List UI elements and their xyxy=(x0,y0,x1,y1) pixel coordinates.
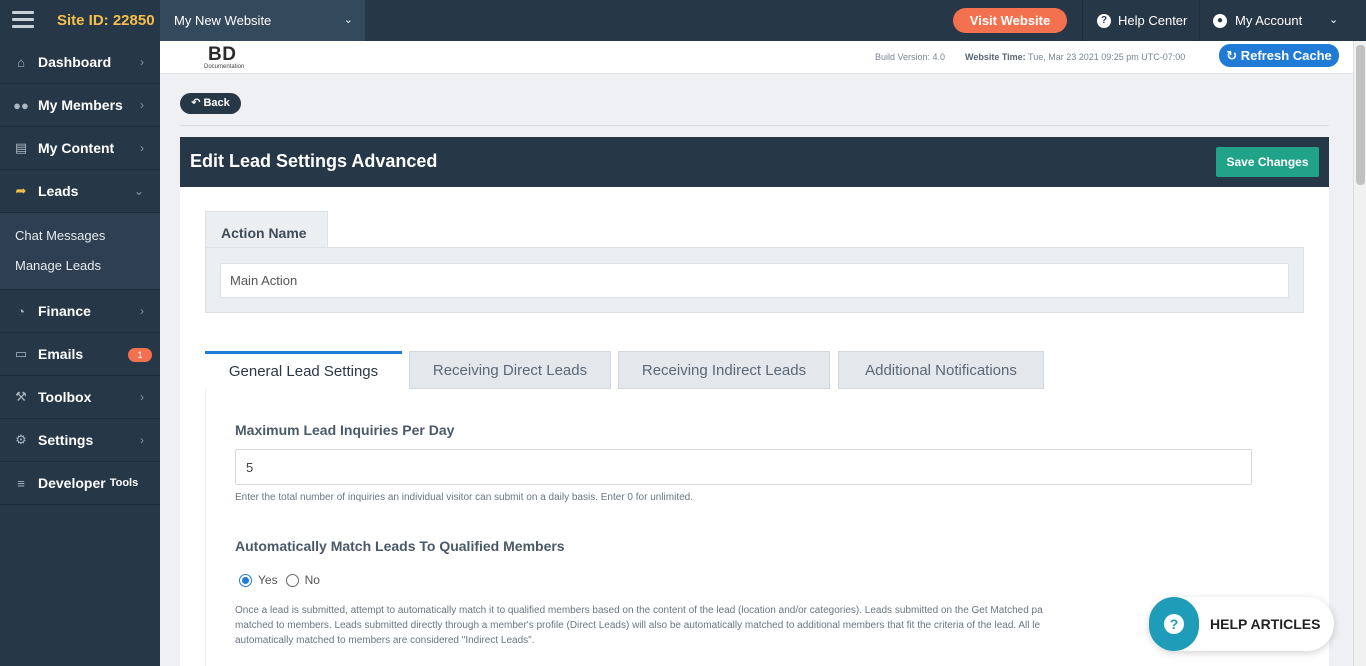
pie-chart-icon: ◔ xyxy=(17,303,25,319)
auto-match-help-line-1: Once a lead is submitted, attempt to aut… xyxy=(235,605,1043,616)
sidebar-item-finance[interactable]: ◔ Finance › xyxy=(0,290,160,333)
sidebar-item-my-members[interactable]: ●● My Members › xyxy=(0,84,160,127)
sidebar-item-label: My Content xyxy=(38,140,115,156)
panel-body: Action Name Main Action General Lead Set… xyxy=(180,187,1329,666)
divider xyxy=(1082,0,1083,41)
save-changes-button[interactable]: Save Changes xyxy=(1216,147,1319,177)
tab-additional-notifications[interactable]: Additional Notifications xyxy=(838,351,1044,389)
scrollbar-thumb[interactable] xyxy=(1356,45,1365,185)
sidebar-item-label: Developer xyxy=(38,475,106,491)
folder-icon: ▤ xyxy=(14,140,28,155)
sidebar-item-leads[interactable]: ➦ Leads ⌄ xyxy=(0,170,160,213)
radio-no-label: No xyxy=(304,573,320,587)
help-center-link[interactable]: ? Help Center xyxy=(1097,13,1187,28)
inbox-icon: ▭ xyxy=(14,346,28,361)
sidebar-item-label: Settings xyxy=(38,432,94,448)
sidebar-item-label: My Members xyxy=(38,97,123,113)
panel-header: Edit Lead Settings Advanced Save Changes xyxy=(180,137,1329,187)
help-question-icon: ? xyxy=(1149,597,1199,651)
wrench-icon: ⚒ xyxy=(15,389,27,404)
sidebar-item-my-content[interactable]: ▤ My Content › xyxy=(0,127,160,170)
sidebar-item-emails[interactable]: ▭ Emails 1 xyxy=(0,333,160,376)
website-select[interactable]: My New Website ⌄ xyxy=(160,0,365,41)
refresh-cache-button[interactable]: ↻ Refresh Cache xyxy=(1219,44,1339,67)
chevron-right-icon: › xyxy=(140,304,144,318)
action-name-box: Main Action xyxy=(205,247,1304,313)
radio-yes-label: Yes xyxy=(258,573,278,587)
chevron-right-icon: › xyxy=(140,141,144,155)
radio-no[interactable] xyxy=(285,573,299,587)
auto-match-help-line-2: matched to members. Leads submitted dire… xyxy=(235,620,1041,631)
sub-header: BD Documentation Build Version: 4.0 Webs… xyxy=(160,41,1353,74)
max-inquiries-help: Enter the total number of inquiries an i… xyxy=(235,492,694,503)
logo-subtext: Documentation xyxy=(204,64,245,70)
visit-website-button[interactable]: Visit Website xyxy=(953,8,1067,33)
divider xyxy=(1199,0,1200,41)
chevron-right-icon: › xyxy=(140,98,144,112)
sidebar-item-label-small: Tools xyxy=(109,477,139,489)
sidebar-item-label: Toolbox xyxy=(38,389,92,405)
site-id: Site ID: 22850 xyxy=(57,12,155,29)
logo-text: BD xyxy=(208,44,237,65)
website-time-label: Website Time: xyxy=(965,52,1026,62)
sidebar-item-label: Finance xyxy=(38,303,91,319)
my-account-label: My Account xyxy=(1235,13,1303,28)
sidebar-item-label: Emails xyxy=(38,346,84,362)
max-inquiries-label: Maximum Lead Inquiries Per Day xyxy=(235,422,455,438)
auto-match-radio-group: Yes No xyxy=(239,573,320,587)
question-circle-icon: ? xyxy=(1097,13,1111,28)
action-name-input[interactable]: Main Action xyxy=(220,263,1289,298)
sidebar-item-label: Leads xyxy=(38,183,79,199)
top-bar: Site ID: 22850 My New Website ⌄ Visit We… xyxy=(0,0,1366,41)
home-icon: ⌂ xyxy=(17,54,25,70)
sidebar-subitem-manage-leads[interactable]: Manage Leads xyxy=(0,251,160,281)
page-title: Edit Lead Settings Advanced xyxy=(190,151,438,171)
auto-match-label: Automatically Match Leads To Qualified M… xyxy=(235,538,565,554)
tab-receiving-indirect-leads[interactable]: Receiving Indirect Leads xyxy=(618,351,830,389)
tab-receiving-direct-leads[interactable]: Receiving Direct Leads xyxy=(409,351,611,389)
refresh-icon: ↻ xyxy=(1226,48,1238,63)
divider xyxy=(180,125,1329,126)
refresh-cache-label: Refresh Cache xyxy=(1240,48,1332,63)
sidebar-item-dashboard[interactable]: ⌂ Dashboard › xyxy=(0,41,160,84)
website-select-label: My New Website xyxy=(174,13,272,28)
back-arrow-icon: ↶ xyxy=(191,97,201,109)
chevron-right-icon: › xyxy=(140,390,144,404)
chevron-down-icon: ⌄ xyxy=(343,14,353,26)
my-account-menu[interactable]: ● My Account xyxy=(1213,13,1302,28)
sidebar: ⌂ Dashboard › ●● My Members › ▤ My Conte… xyxy=(0,41,160,666)
tab-general-lead-settings[interactable]: General Lead Settings xyxy=(205,351,402,389)
website-time-value: Tue, Mar 23 2021 09:25 pm UTC-07:00 xyxy=(1028,52,1186,62)
leads-submenu: Chat Messages Manage Leads xyxy=(0,213,160,290)
gear-icon: ⚙ xyxy=(15,432,27,447)
user-circle-icon: ● xyxy=(1213,13,1227,28)
sidebar-item-toolbox[interactable]: ⚒ Toolbox › xyxy=(0,376,160,419)
radio-yes[interactable] xyxy=(239,573,252,587)
sidebar-item-settings[interactable]: ⚙ Settings › xyxy=(0,419,160,462)
back-label: Back xyxy=(203,97,230,109)
sidebar-item-label: Dashboard xyxy=(38,54,112,70)
sidebar-subitem-chat-messages[interactable]: Chat Messages xyxy=(0,221,160,251)
hamburger-menu-icon[interactable] xyxy=(12,11,34,29)
max-inquiries-input[interactable]: 5 xyxy=(235,449,1252,485)
back-button[interactable]: ↶ Back xyxy=(180,93,241,114)
help-articles-button[interactable]: ? HELP ARTICLES xyxy=(1149,597,1334,651)
brand-logo[interactable]: BD Documentation xyxy=(202,44,262,72)
emails-count-badge: 1 xyxy=(128,348,152,362)
tab-action-name[interactable]: Action Name xyxy=(205,211,328,248)
sliders-icon: ≡ xyxy=(17,475,25,491)
build-version: Build Version: 4.0 xyxy=(875,52,946,62)
help-center-label: Help Center xyxy=(1118,13,1188,28)
chevron-down-icon[interactable]: ⌄ xyxy=(1329,13,1338,26)
page-scrollbar[interactable] xyxy=(1353,41,1366,666)
chevron-right-icon: › xyxy=(140,55,144,69)
help-articles-label: HELP ARTICLES xyxy=(1210,616,1321,632)
sidebar-item-developer-tools[interactable]: ≡ Developer Tools xyxy=(0,462,160,505)
share-icon: ➦ xyxy=(15,183,27,198)
users-icon: ●● xyxy=(13,97,29,113)
auto-match-help-line-3: automatically matched to members are con… xyxy=(235,635,535,646)
chevron-right-icon: › xyxy=(140,433,144,447)
website-time: Website Time: Tue, Mar 23 2021 09:25 pm … xyxy=(965,52,1185,62)
chevron-down-icon: ⌄ xyxy=(133,184,144,198)
